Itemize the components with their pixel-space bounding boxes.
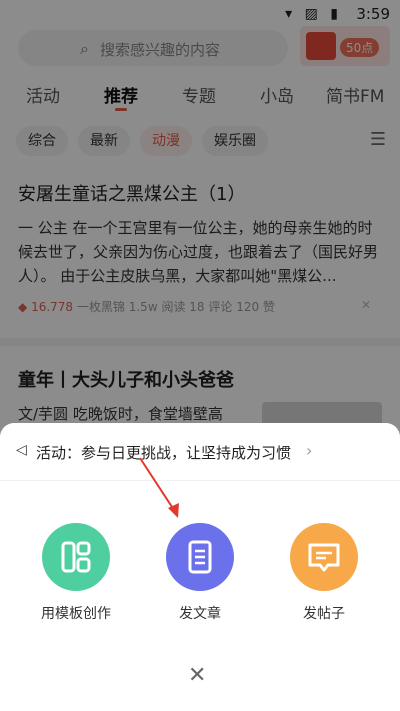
template-create-button[interactable]: 用模板创作: [26, 523, 126, 633]
post-thread-label: 发帖子: [303, 606, 345, 622]
post-thread-button[interactable]: 发帖子: [274, 523, 374, 633]
activity-text: 活动：参与日更挑战，让坚持成为习惯: [36, 444, 292, 462]
post-article-label: 发文章: [179, 606, 221, 622]
close-icon[interactable]: ✕: [188, 663, 206, 688]
template-create-label: 用模板创作: [41, 606, 111, 622]
activity-banner[interactable]: ◁ 活动：参与日更挑战，让坚持成为习惯 ›: [0, 423, 400, 481]
chevron-right-icon: ›: [306, 441, 313, 460]
post-article-button[interactable]: 发文章: [150, 523, 250, 633]
document-icon: [166, 523, 234, 591]
speaker-icon: ◁: [16, 442, 27, 458]
post-icon: [290, 523, 358, 591]
create-sheet: ◁ 活动：参与日更挑战，让坚持成为习惯 › 用模板创作 发文章 发帖子 ✕: [0, 423, 400, 711]
template-icon: [42, 523, 110, 591]
